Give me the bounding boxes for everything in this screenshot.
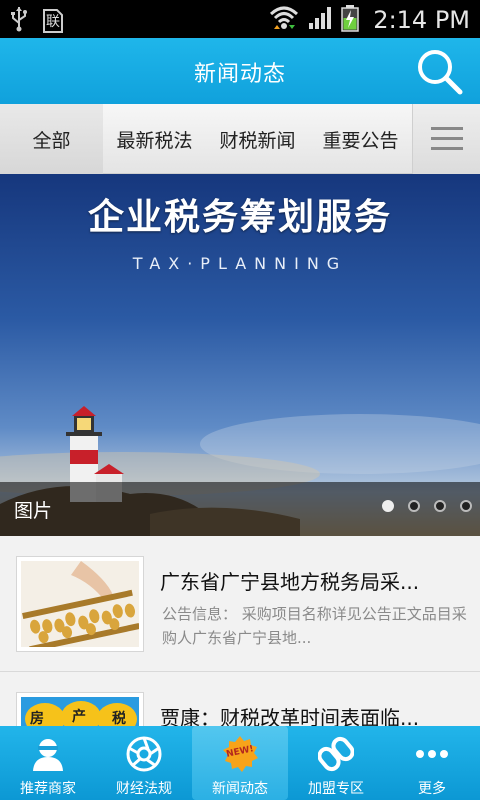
news-summary: 公告信息： 采购项目名称详见公告正文品目采购人广东省广宁县地... — [162, 605, 467, 647]
status-left: 联 — [10, 6, 63, 36]
tabs-menu-button[interactable] — [412, 104, 480, 174]
search-icon — [418, 50, 463, 95]
news-item[interactable]: 房 产 税 贾康：财税改革时间表面临... — [0, 672, 480, 726]
person-icon — [28, 734, 68, 774]
tab-important-notice[interactable]: 重要公告 — [309, 104, 412, 174]
banner-carousel[interactable]: 企业税务筹划服务 TAX·PLANNING 图片 — [0, 174, 480, 536]
news-title: 广东省广宁县地方税务局采... — [160, 570, 420, 594]
carousel-dots — [382, 500, 472, 512]
carousel-dot[interactable] — [434, 500, 446, 512]
nav-news[interactable]: NEW! 新闻动态 — [192, 726, 288, 800]
page-title: 新闻动态 — [193, 62, 286, 87]
news-thumbnail — [16, 556, 144, 652]
nav-label: 推荐商家 — [20, 781, 76, 797]
usb-icon — [10, 6, 28, 36]
nav-recommended-merchants[interactable]: 推荐商家 — [0, 726, 96, 800]
app-header: 新闻动态 — [0, 38, 480, 104]
status-bar: 联 2:14 PM — [0, 0, 480, 38]
tab-all[interactable]: 全部 — [0, 104, 103, 174]
new-badge-icon: NEW! — [220, 734, 260, 774]
signal-icon — [307, 5, 333, 35]
nav-label: 加盟专区 — [308, 781, 364, 797]
thumb-char: 房 — [30, 711, 44, 726]
sim-label: 联 — [46, 14, 60, 30]
news-item[interactable]: 广东省广宁县地方税务局采... 公告信息： 采购项目名称详见公告正文品目采购人广… — [0, 536, 480, 672]
more-icon — [412, 734, 452, 774]
abacus-image — [21, 561, 139, 647]
sim-icon: 联 — [42, 8, 63, 34]
carousel-dot[interactable] — [460, 500, 472, 512]
search-button[interactable] — [414, 46, 466, 96]
banner-caption: 图片 — [14, 500, 53, 522]
thumb-char: 税 — [112, 711, 126, 726]
nav-label: 财经法规 — [116, 781, 172, 797]
banner-title: 企业税务筹划服务 — [87, 196, 392, 238]
banner-caption-bar: 图片 — [0, 482, 480, 536]
nav-label: 新闻动态 — [212, 781, 268, 797]
status-time: 2:14 PM — [373, 6, 470, 34]
aperture-icon — [124, 734, 164, 774]
status-right: 2:14 PM — [269, 4, 470, 36]
banner-subtitle: TAX·PLANNING — [132, 254, 348, 273]
wifi-icon — [269, 4, 299, 36]
battery-charging-icon — [341, 4, 360, 36]
bottom-nav: 推荐商家 财经法规 NEW! 新闻动态 加盟专区 更多 — [0, 726, 480, 800]
nav-finance-laws[interactable]: 财经法规 — [96, 726, 192, 800]
menu-icon — [430, 127, 463, 150]
nav-more[interactable]: 更多 — [384, 726, 480, 800]
carousel-dot[interactable] — [382, 500, 394, 512]
news-list: 广东省广宁县地方税务局采... 公告信息： 采购项目名称详见公告正文品目采购人广… — [0, 536, 480, 726]
app-screen: 联 2:14 PM 新闻动态 全部 最新税法 财税新闻 重要公告 企业税务筹划服… — [0, 0, 480, 800]
carousel-dot[interactable] — [408, 500, 420, 512]
thumb-char: 产 — [72, 709, 86, 725]
nav-franchise[interactable]: 加盟专区 — [288, 726, 384, 800]
tab-latest-tax-law[interactable]: 最新税法 — [103, 104, 206, 174]
link-icon — [316, 734, 356, 774]
news-title: 贾康：财税改革时间表面临... — [160, 706, 420, 726]
category-tabs: 全部 最新税法 财税新闻 重要公告 — [0, 104, 480, 174]
tab-finance-tax-news[interactable]: 财税新闻 — [206, 104, 309, 174]
nav-label: 更多 — [418, 781, 446, 797]
